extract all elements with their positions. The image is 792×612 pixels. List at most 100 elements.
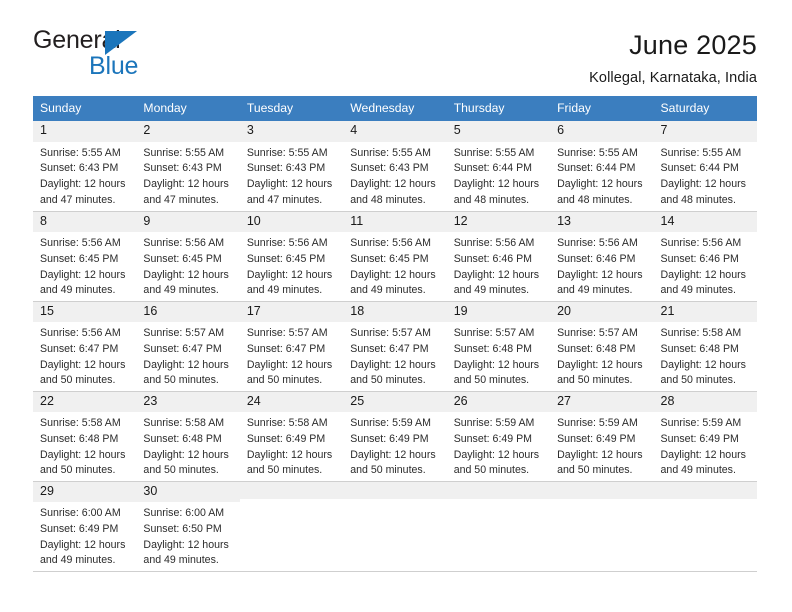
daylight-text-line2: and 48 minutes. [453, 193, 530, 206]
day-cell[interactable]: 27 Sunrise: 5:59 AM Sunset: 6:49 PM Dayl… [550, 391, 654, 482]
day-cell[interactable]: 14 Sunrise: 5:56 AM Sunset: 6:46 PM Dayl… [653, 211, 757, 302]
day-cell[interactable]: 6 Sunrise: 5:55 AM Sunset: 6:44 PM Dayli… [550, 121, 654, 212]
day-cell[interactable]: 12 Sunrise: 5:56 AM Sunset: 6:46 PM Dayl… [446, 211, 551, 302]
day-info: Sunrise: 5:57 AM Sunset: 6:47 PM Dayligh… [136, 322, 239, 389]
day-number: 7 [653, 121, 757, 142]
day-number: 16 [136, 301, 240, 323]
day-number: 8 [33, 211, 137, 233]
weekday-header-monday: Monday [136, 96, 240, 121]
day-cell[interactable]: 19 Sunrise: 5:57 AM Sunset: 6:48 PM Dayl… [446, 301, 551, 392]
day-number: 22 [33, 391, 137, 413]
day-cell-empty [446, 481, 551, 572]
day-info: Sunrise: 5:56 AM Sunset: 6:46 PM Dayligh… [654, 232, 757, 299]
day-info: Sunrise: 5:59 AM Sunset: 6:49 PM Dayligh… [550, 412, 653, 479]
logo-text-blue: Blue [89, 52, 139, 80]
day-cell[interactable]: 23 Sunrise: 5:58 AM Sunset: 6:48 PM Dayl… [136, 391, 240, 482]
day-cell[interactable]: 10 Sunrise: 5:56 AM Sunset: 6:45 PM Dayl… [239, 211, 344, 302]
sunrise-text: Sunrise: 5:56 AM [143, 237, 225, 250]
day-number: 25 [343, 391, 447, 413]
sunset-text: Sunset: 6:49 PM [246, 432, 326, 445]
sunset-text: Sunset: 6:47 PM [143, 342, 222, 355]
day-cell[interactable]: 29 Sunrise: 6:00 AM Sunset: 6:49 PM Dayl… [33, 481, 137, 572]
sunset-text: Sunset: 6:49 PM [557, 432, 636, 445]
daylight-text-line1: Daylight: 12 hours [40, 448, 126, 461]
general-blue-logo[interactable]: General Blue [33, 28, 163, 84]
day-cell[interactable]: 16 Sunrise: 5:57 AM Sunset: 6:47 PM Dayl… [136, 301, 240, 392]
daylight-text-line2: and 50 minutes. [246, 464, 323, 477]
daylight-text-line2: and 49 minutes. [660, 284, 736, 297]
daylight-text-line1: Daylight: 12 hours [40, 268, 126, 281]
sunrise-text: Sunrise: 5:57 AM [350, 327, 431, 340]
day-number: 13 [550, 211, 654, 233]
daylight-text-line1: Daylight: 12 hours [350, 448, 436, 461]
sunset-text: Sunset: 6:47 PM [246, 342, 326, 355]
day-cell[interactable]: 21 Sunrise: 5:58 AM Sunset: 6:48 PM Dayl… [653, 301, 757, 392]
day-info: Sunrise: 5:59 AM Sunset: 6:49 PM Dayligh… [343, 412, 446, 479]
daylight-text-line2: and 49 minutes. [246, 284, 323, 297]
page-header: General Blue June 2025 Kollegal, Karnata… [0, 0, 792, 96]
day-cell[interactable]: 11 Sunrise: 5:56 AM Sunset: 6:45 PM Dayl… [343, 211, 447, 302]
day-info: Sunrise: 5:59 AM Sunset: 6:49 PM Dayligh… [447, 412, 550, 479]
day-cell[interactable]: 26 Sunrise: 5:59 AM Sunset: 6:49 PM Dayl… [446, 391, 551, 482]
day-info: Sunrise: 5:55 AM Sunset: 6:44 PM Dayligh… [447, 142, 550, 209]
day-number: 9 [136, 211, 240, 233]
day-info: Sunrise: 5:55 AM Sunset: 6:44 PM Dayligh… [550, 142, 653, 209]
day-cell[interactable]: 13 Sunrise: 5:56 AM Sunset: 6:46 PM Dayl… [550, 211, 654, 302]
day-number: 20 [550, 301, 654, 323]
daylight-text-line1: Daylight: 12 hours [557, 358, 643, 371]
day-cell-empty [653, 481, 757, 572]
day-number: 11 [343, 211, 447, 233]
day-cell[interactable]: 18 Sunrise: 5:57 AM Sunset: 6:47 PM Dayl… [343, 301, 447, 392]
sunrise-text: Sunrise: 5:59 AM [350, 417, 431, 430]
sunset-text: Sunset: 6:45 PM [40, 252, 119, 265]
sunset-text: Sunset: 6:45 PM [350, 252, 429, 265]
sunrise-text: Sunrise: 5:55 AM [40, 146, 121, 159]
day-number: 19 [446, 301, 551, 323]
day-info: Sunrise: 5:56 AM Sunset: 6:45 PM Dayligh… [33, 232, 136, 299]
week-row: 1 Sunrise: 5:55 AM Sunset: 6:43 PM Dayli… [33, 121, 757, 212]
daylight-text-line2: and 50 minutes. [143, 374, 219, 387]
day-cell[interactable]: 25 Sunrise: 5:59 AM Sunset: 6:49 PM Dayl… [343, 391, 447, 482]
day-cell[interactable]: 9 Sunrise: 5:56 AM Sunset: 6:45 PM Dayli… [136, 211, 240, 302]
sunset-text: Sunset: 6:46 PM [557, 252, 636, 265]
daylight-text-line2: and 50 minutes. [40, 374, 116, 387]
day-cell[interactable]: 17 Sunrise: 5:57 AM Sunset: 6:47 PM Dayl… [239, 301, 344, 392]
day-info: Sunrise: 5:57 AM Sunset: 6:47 PM Dayligh… [240, 322, 343, 389]
daylight-text-line1: Daylight: 12 hours [143, 268, 229, 281]
day-number: 28 [653, 391, 757, 413]
daylight-text-line1: Daylight: 12 hours [246, 178, 333, 191]
day-info: Sunrise: 5:58 AM Sunset: 6:49 PM Dayligh… [240, 412, 343, 479]
day-cell[interactable]: 8 Sunrise: 5:56 AM Sunset: 6:45 PM Dayli… [33, 211, 137, 302]
weekday-header-tuesday: Tuesday [239, 96, 344, 121]
day-cell[interactable]: 15 Sunrise: 5:56 AM Sunset: 6:47 PM Dayl… [33, 301, 137, 392]
daylight-text-line1: Daylight: 12 hours [40, 538, 126, 551]
sunrise-text: Sunrise: 5:56 AM [350, 237, 431, 250]
daylight-text-line1: Daylight: 12 hours [453, 268, 540, 281]
daylight-text-line1: Daylight: 12 hours [557, 178, 643, 191]
day-cell[interactable]: 7 Sunrise: 5:55 AM Sunset: 6:44 PM Dayli… [653, 121, 757, 212]
day-cell[interactable]: 5 Sunrise: 5:55 AM Sunset: 6:44 PM Dayli… [446, 121, 551, 212]
weekday-header-row: Sunday Monday Tuesday Wednesday Thursday… [33, 96, 757, 121]
sunrise-text: Sunrise: 5:57 AM [143, 327, 225, 340]
day-cell[interactable]: 28 Sunrise: 5:59 AM Sunset: 6:49 PM Dayl… [653, 391, 757, 482]
day-cell[interactable]: 20 Sunrise: 5:57 AM Sunset: 6:48 PM Dayl… [550, 301, 654, 392]
daylight-text-line1: Daylight: 12 hours [557, 448, 643, 461]
sunrise-text: Sunrise: 5:59 AM [453, 417, 535, 430]
sunset-text: Sunset: 6:47 PM [350, 342, 429, 355]
day-cell[interactable]: 4 Sunrise: 5:55 AM Sunset: 6:43 PM Dayli… [343, 121, 447, 212]
day-cell[interactable]: 30 Sunrise: 6:00 AM Sunset: 6:50 PM Dayl… [136, 481, 240, 572]
page-title: June 2025 [629, 30, 757, 60]
daylight-text-line1: Daylight: 12 hours [557, 268, 643, 281]
day-info: Sunrise: 5:57 AM Sunset: 6:47 PM Dayligh… [343, 322, 446, 389]
sunset-text: Sunset: 6:48 PM [453, 342, 533, 355]
day-info: Sunrise: 5:58 AM Sunset: 6:48 PM Dayligh… [136, 412, 239, 479]
day-cell[interactable]: 24 Sunrise: 5:58 AM Sunset: 6:49 PM Dayl… [239, 391, 344, 482]
day-cell[interactable]: 2 Sunrise: 5:55 AM Sunset: 6:43 PM Dayli… [136, 121, 240, 212]
sunrise-text: Sunrise: 5:58 AM [40, 417, 121, 430]
sunrise-text: Sunrise: 5:59 AM [660, 417, 742, 430]
day-cell[interactable]: 1 Sunrise: 5:55 AM Sunset: 6:43 PM Dayli… [33, 121, 137, 212]
day-info: Sunrise: 5:57 AM Sunset: 6:48 PM Dayligh… [447, 322, 550, 389]
day-cell[interactable]: 22 Sunrise: 5:58 AM Sunset: 6:48 PM Dayl… [33, 391, 137, 482]
day-cell[interactable]: 3 Sunrise: 5:55 AM Sunset: 6:43 PM Dayli… [239, 121, 344, 212]
daylight-text-line2: and 50 minutes. [350, 464, 426, 477]
